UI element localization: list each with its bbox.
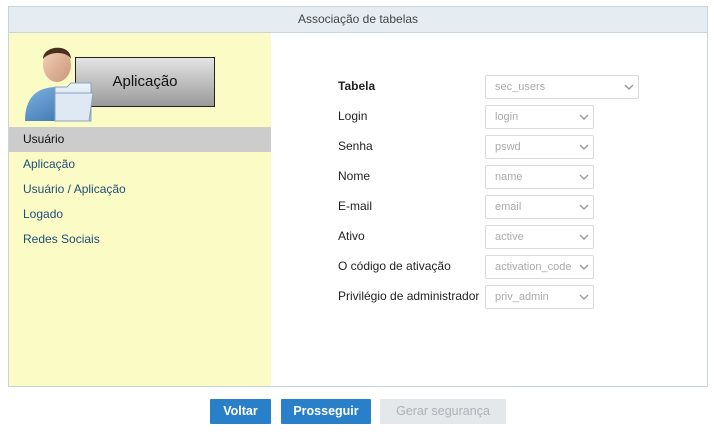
person-icon	[25, 47, 94, 122]
sidebar: Aplicação Usuário Aplicação Usuário / Ap…	[9, 33, 271, 386]
chevron-down-icon	[579, 174, 589, 180]
privilegio-admin-select-value: priv_admin	[495, 291, 549, 303]
ativo-label: Ativo	[338, 229, 365, 243]
senha-select[interactable]: pswd	[485, 135, 594, 159]
chevron-down-icon	[579, 234, 589, 240]
chevron-down-icon	[579, 144, 589, 150]
application-illustration: Aplicação	[21, 37, 221, 122]
generate-security-button[interactable]: Gerar segurança	[380, 399, 506, 424]
email-select[interactable]: email	[485, 195, 594, 219]
login-select[interactable]: login	[485, 105, 594, 129]
tabela-select[interactable]: sec_users	[485, 75, 639, 99]
login-label: Login	[338, 109, 368, 123]
tabela-label: Tabela	[338, 79, 376, 93]
sidebar-menu: Usuário Aplicação Usuário / Aplicação Lo…	[9, 127, 271, 252]
login-select-value: login	[495, 111, 519, 123]
nome-label: Nome	[338, 169, 371, 183]
chevron-down-icon	[579, 114, 589, 120]
codigo-ativacao-label: O código de ativação	[338, 259, 451, 273]
email-label: E-mail	[338, 199, 373, 213]
chevron-down-icon	[579, 204, 589, 210]
ativo-select-value: active	[495, 231, 524, 243]
sidebar-item-logado[interactable]: Logado	[9, 202, 271, 227]
senha-label: Senha	[338, 139, 373, 153]
panel-title: Associação de tabelas	[9, 7, 707, 33]
sidebar-item-redes-sociais[interactable]: Redes Sociais	[9, 227, 271, 252]
privilegio-admin-label: Privilégio de administrador	[338, 289, 480, 303]
codigo-ativacao-select-value: activation_code	[495, 261, 572, 273]
privilegio-admin-select[interactable]: priv_admin	[485, 285, 594, 309]
codigo-ativacao-select[interactable]: activation_code	[485, 255, 594, 279]
back-button[interactable]: Voltar	[210, 399, 271, 424]
nome-select[interactable]: name	[485, 165, 594, 189]
sidebar-item-usuario[interactable]: Usuário	[9, 127, 271, 152]
ativo-select[interactable]: active	[485, 225, 594, 249]
email-select-value: email	[495, 201, 522, 213]
folder-icon	[54, 82, 94, 122]
chevron-down-icon	[579, 294, 589, 300]
nome-select-value: name	[495, 171, 523, 183]
chevron-down-icon	[624, 84, 634, 90]
sidebar-item-usuario-aplicacao[interactable]: Usuário / Aplicação	[9, 177, 271, 202]
next-button[interactable]: Prosseguir	[281, 399, 371, 424]
sidebar-item-aplicacao[interactable]: Aplicação	[9, 152, 271, 177]
action-bar: Voltar Prosseguir Gerar segurança	[0, 399, 714, 424]
senha-select-value: pswd	[495, 141, 521, 153]
chevron-down-icon	[579, 264, 589, 270]
tabela-select-value: sec_users	[495, 81, 546, 93]
association-panel: Associação de tabelas Aplicação Usuário …	[8, 6, 708, 387]
